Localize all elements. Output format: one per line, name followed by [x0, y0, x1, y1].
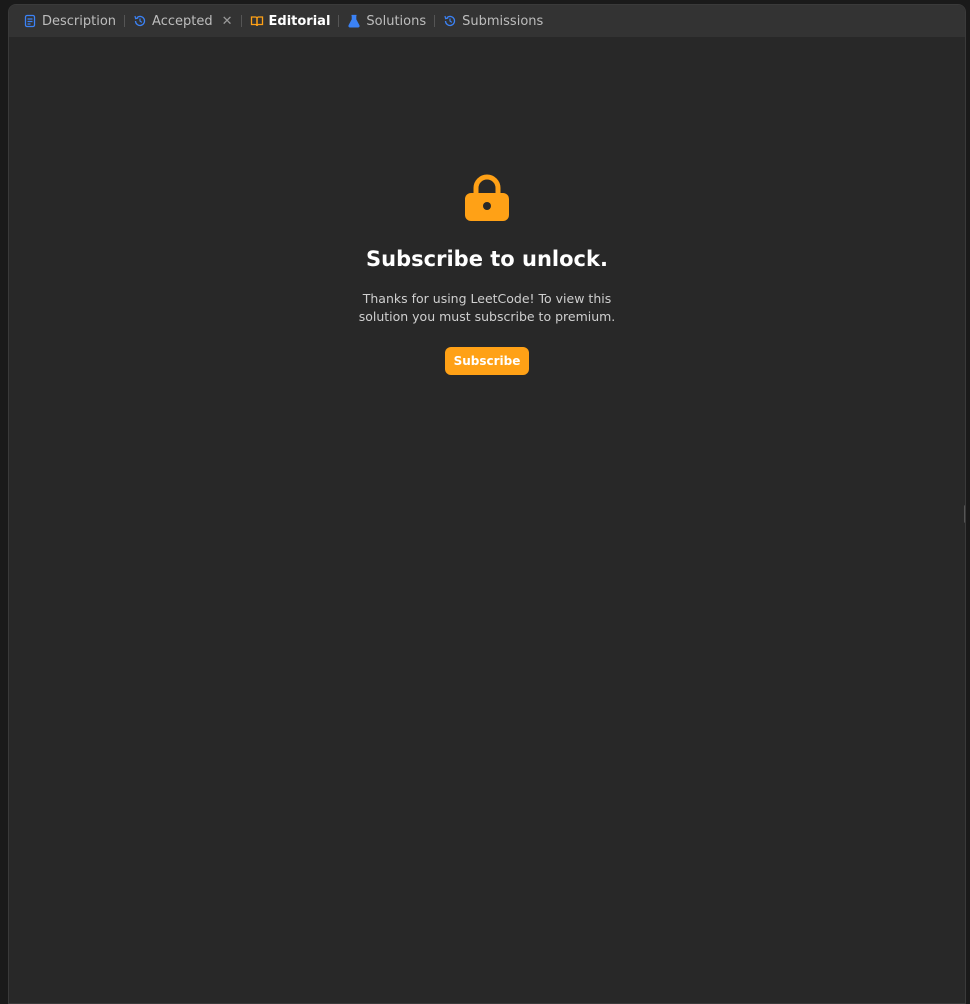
history-icon	[133, 14, 147, 28]
document-icon	[23, 14, 37, 28]
tab-divider	[240, 15, 242, 27]
tab-submissions[interactable]: Submissions	[439, 5, 547, 37]
book-icon	[250, 14, 264, 28]
tab-label: Editorial	[268, 13, 331, 29]
flask-icon	[347, 14, 361, 28]
tab-editorial[interactable]: Editorial	[246, 5, 335, 37]
lock-icon	[463, 173, 511, 223]
tab-label: Submissions	[462, 13, 544, 29]
history-icon	[443, 14, 457, 28]
tab-label: Solutions	[366, 13, 427, 29]
tab-solutions[interactable]: Solutions	[343, 5, 430, 37]
tab-divider	[124, 15, 126, 27]
tab-divider	[338, 15, 340, 27]
subscribe-button[interactable]: Subscribe	[445, 347, 529, 375]
tab-label: Accepted	[152, 13, 213, 29]
panel-resize-handle[interactable]	[964, 505, 965, 523]
close-icon[interactable]: ✕	[222, 14, 233, 29]
tab-divider	[434, 15, 436, 27]
unlock-title: Subscribe to unlock.	[366, 247, 608, 271]
editorial-panel: Description Accepted ✕ Editorial Solutio…	[8, 4, 966, 1004]
tab-description[interactable]: Description	[19, 5, 120, 37]
locked-content: Subscribe to unlock. Thanks for using Le…	[9, 37, 965, 1003]
tab-accepted[interactable]: Accepted ✕	[129, 5, 236, 37]
subscribe-message: Thanks for using LeetCode! To view this …	[358, 291, 616, 324]
tab-label: Description	[42, 13, 117, 29]
tab-bar: Description Accepted ✕ Editorial Solutio…	[9, 5, 965, 37]
